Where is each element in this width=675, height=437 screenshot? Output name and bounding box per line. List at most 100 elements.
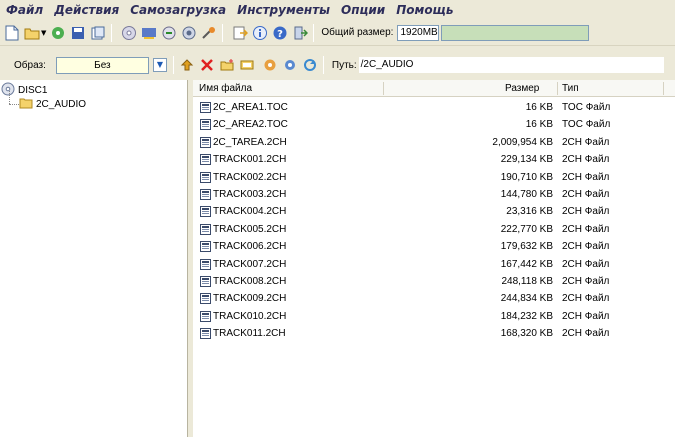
image-type-button[interactable]: ▼ [152, 58, 167, 72]
network-icon[interactable] [181, 25, 197, 41]
file-icon [200, 136, 211, 148]
file-type: 2CH Файл [562, 136, 610, 148]
file-row[interactable]: TRACK005.2CH 222,770 KB 2CH Файл [193, 222, 675, 237]
file-row[interactable]: TRACK009.2CH 244,834 KB 2CH Файл [193, 291, 675, 306]
column-separator[interactable] [557, 82, 558, 95]
file-size: 2,009,954 KB [492, 136, 553, 148]
info-icon[interactable] [252, 25, 268, 41]
file-icon [200, 241, 211, 253]
file-row[interactable]: TRACK006.2CH 179,632 KB 2CH Файл [193, 239, 675, 254]
exit-icon[interactable] [292, 25, 309, 41]
file-icon [200, 119, 211, 131]
file-name: 2C_AREA2.TOC [213, 119, 288, 131]
column-header-type[interactable]: Тип [562, 80, 579, 97]
settings-icon[interactable] [282, 57, 298, 73]
file-row[interactable]: 2C_TAREA.2CH 2,009,954 KB 2CH Файл [193, 135, 675, 150]
file-icon [200, 102, 211, 113]
up-folder-icon[interactable] [179, 57, 195, 73]
file-list-header: Имя файла Размер Тип [193, 80, 675, 97]
new-icon[interactable] [4, 25, 20, 41]
image-toolbar: Образ: Без ▼ Путь: /2C_AUDIO [0, 53, 675, 77]
wizard-icon[interactable] [50, 25, 66, 41]
file-type: 2CH Файл [562, 276, 610, 287]
file-icon [200, 328, 211, 340]
file-type: 2CH Файл [562, 223, 610, 235]
file-row[interactable]: TRACK011.2CH 168,320 KB 2CH Файл [193, 326, 675, 341]
file-type: 2CH Файл [562, 293, 610, 305]
column-separator[interactable] [663, 82, 664, 95]
open-icon[interactable] [24, 25, 40, 41]
menu-actions[interactable]: Действия [48, 3, 124, 17]
menu-bootable[interactable]: Самозагрузка [124, 3, 231, 17]
tree-node-folder[interactable]: 2C_AUDIO [19, 97, 87, 112]
file-name: TRACK007.2CH [213, 258, 287, 270]
file-name: TRACK008.2CH [213, 276, 287, 287]
file-name: 2C_TAREA.2CH [213, 136, 287, 148]
disc-icon [1, 82, 15, 99]
file-size: 190,710 KB [500, 171, 553, 183]
file-type: TOC Файл [562, 102, 611, 113]
file-type: 2CH Файл [562, 206, 610, 218]
column-header-size[interactable]: Размер [505, 80, 539, 97]
file-row[interactable]: 2C_AREA1.TOC 16 KB TOC Файл [193, 100, 675, 115]
menu-file[interactable]: Файл [0, 3, 48, 17]
file-type: 2CH Файл [562, 328, 610, 340]
file-row[interactable]: TRACK004.2CH 23,316 KB 2CH Файл [193, 204, 675, 219]
toolbar-separator [313, 23, 315, 42]
refresh-icon[interactable] [302, 57, 318, 73]
file-icon [200, 310, 211, 322]
file-type: 2CH Файл [562, 258, 610, 270]
delete-icon[interactable] [199, 57, 215, 73]
file-icon [200, 293, 211, 305]
file-row[interactable]: TRACK003.2CH 144,780 KB 2CH Файл [193, 187, 675, 202]
menu-help[interactable]: Помощь [390, 3, 458, 17]
column-separator[interactable] [383, 82, 384, 95]
save-icon[interactable] [70, 25, 86, 41]
menu-tools[interactable]: Инструменты [231, 3, 335, 17]
file-size: 229,134 KB [500, 154, 553, 166]
file-row[interactable]: 2C_AREA2.TOC 16 KB TOC Файл [193, 117, 675, 132]
tree-connector [9, 104, 19, 105]
rename-icon[interactable] [239, 57, 255, 73]
file-row[interactable]: TRACK008.2CH 248,118 KB 2CH Файл [193, 274, 675, 289]
file-name: TRACK005.2CH [213, 223, 287, 235]
burn-icon[interactable] [121, 25, 137, 41]
file-row[interactable]: TRACK010.2CH 184,232 KB 2CH Файл [193, 309, 675, 324]
file-row[interactable]: TRACK007.2CH 167,442 KB 2CH Файл [193, 257, 675, 272]
new-folder-icon[interactable] [219, 57, 235, 73]
file-type: TOC Файл [562, 119, 611, 131]
dropdown-arrow-icon[interactable]: ▼ [41, 29, 46, 37]
file-row[interactable]: TRACK001.2CH 229,134 KB 2CH Файл [193, 152, 675, 167]
extract-icon[interactable] [161, 25, 177, 41]
file-size: 16 KB [525, 102, 553, 113]
path-label: Путь: [331, 59, 357, 71]
file-size: 16 KB [525, 119, 553, 131]
toolbar-separator [222, 23, 224, 42]
total-size-field[interactable]: 1920MB [397, 24, 440, 41]
file-name: TRACK006.2CH [213, 241, 287, 253]
file-type: 2CH Файл [562, 310, 610, 322]
add-files-icon[interactable] [262, 57, 278, 73]
path-field[interactable]: /2C_AUDIO [358, 57, 664, 73]
properties-icon[interactable] [90, 25, 106, 41]
file-type: 2CH Файл [562, 154, 610, 166]
column-header-name[interactable]: Имя файла [199, 80, 252, 97]
svg-text:?: ? [277, 29, 283, 40]
image-type-field[interactable]: Без [55, 56, 149, 74]
file-name: TRACK010.2CH [213, 310, 287, 322]
menu-options[interactable]: Опции [335, 3, 390, 17]
tools-icon[interactable] [201, 25, 217, 41]
toolbar-separator [111, 23, 113, 42]
help-icon[interactable]: ? [272, 25, 288, 41]
file-name: TRACK002.2CH [213, 171, 287, 183]
folder-icon [19, 97, 33, 112]
total-size-label: Общий размер: [321, 27, 394, 38]
mount-icon[interactable] [141, 25, 157, 41]
menu-bar: Файл Действия Самозагрузка Инструменты О… [0, 0, 675, 20]
tree-node-label: 2C_AUDIO [36, 99, 87, 110]
image-label: Образ: [14, 59, 46, 71]
export-icon[interactable] [232, 25, 249, 41]
file-size: 23,316 KB [506, 206, 553, 218]
file-row[interactable]: TRACK002.2CH 190,710 KB 2CH Файл [193, 170, 675, 185]
file-icon [200, 189, 211, 200]
